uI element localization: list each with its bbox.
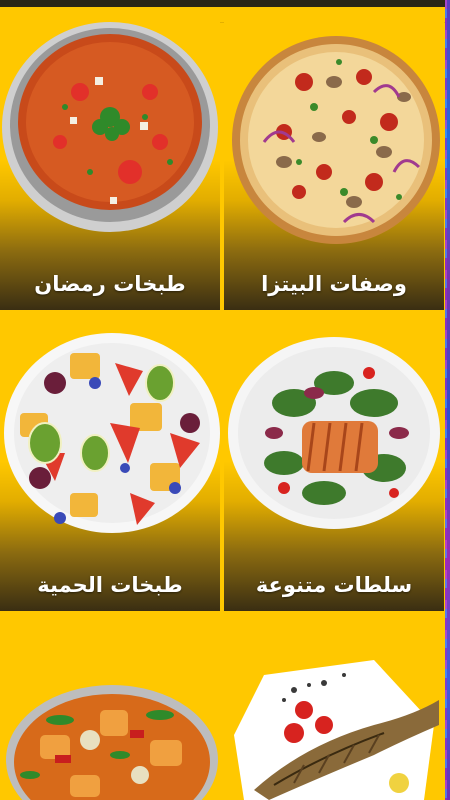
category-card-diet[interactable]: طبخات الحمية — [0, 323, 220, 611]
right-edge-strip — [445, 0, 450, 800]
vegetable-curry-image — [6, 685, 218, 800]
category-title: طبخات الحمية — [37, 573, 183, 597]
grilled-fish-plate-image — [234, 660, 439, 800]
category-title: سلطات متنوعة — [255, 573, 413, 597]
category-card-fish[interactable] — [224, 615, 444, 800]
soup-bowl-image — [2, 22, 218, 232]
top-status-bar — [0, 0, 445, 7]
salmon-salad-image — [228, 337, 440, 529]
category-title: طبخات رمضان — [34, 272, 186, 296]
category-title: وصفات البيتزا — [261, 272, 407, 296]
pizza-image — [232, 36, 440, 244]
category-card-ramadan[interactable]: طبخات رمضان — [0, 22, 220, 310]
category-card-salads[interactable]: سلطات متنوعة — [224, 323, 444, 611]
fruit-salad-image — [4, 333, 220, 533]
category-card-curry[interactable] — [0, 615, 220, 800]
category-card-pizza[interactable]: وصفات البيتزا — [224, 22, 444, 310]
